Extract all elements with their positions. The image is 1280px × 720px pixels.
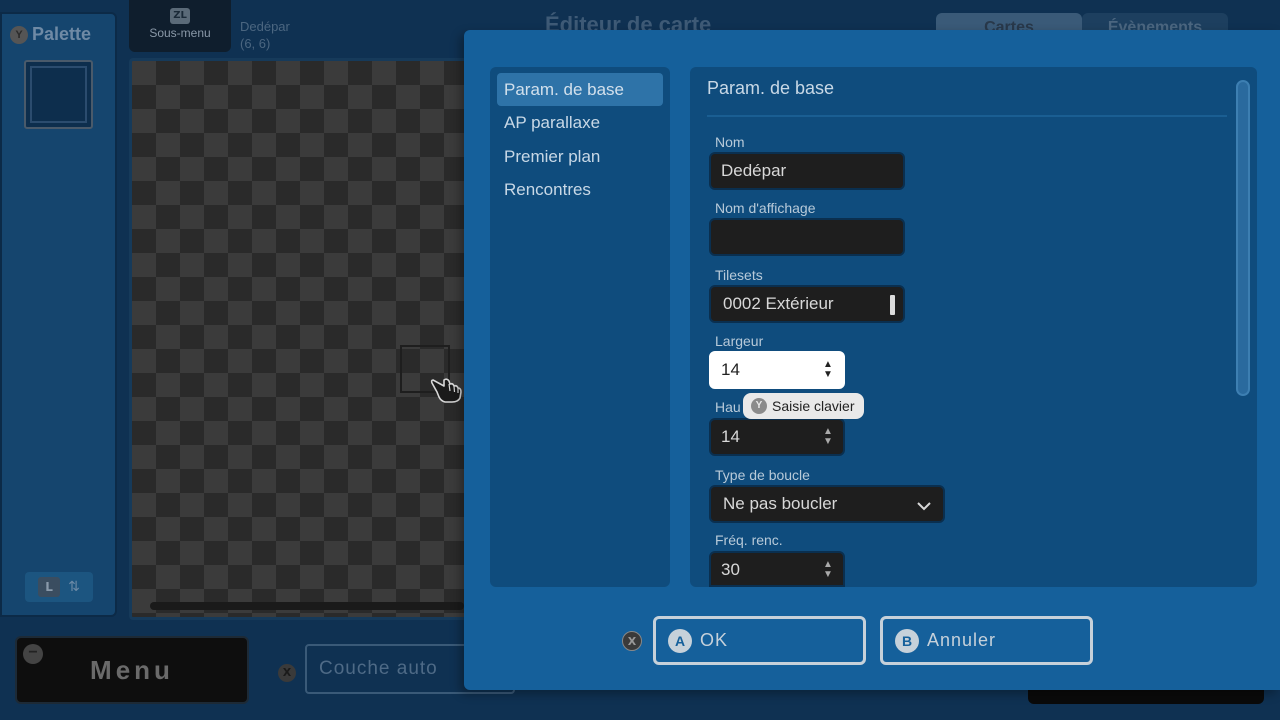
spin-arrows-icon: ▲ ▼ [823,559,833,580]
picker-indicator-icon [890,295,895,315]
section-divider [707,115,1227,117]
layer-toggle-button[interactable]: L ⇅ [25,572,93,602]
map-info: Dedépar (6, 6) [240,18,290,52]
name-field[interactable]: Dedépar [709,152,905,190]
a-button-icon: A [668,628,692,653]
loop-type-value: Ne pas boucler [723,494,838,513]
menu-label: Menu [90,655,174,685]
l-button-icon: L [38,577,61,597]
category-encounters[interactable]: Rencontres [497,173,663,206]
section-title: Param. de base [707,78,835,98]
minus-button-icon: − [23,644,43,664]
ok-button[interactable]: A OK [653,616,866,665]
submenu-button[interactable]: ZL Sous-menu [129,0,231,52]
zl-button-icon: ZL [170,8,190,24]
swap-vertical-icon: ⇅ [68,579,80,595]
width-stepper[interactable]: 14 ▲ ▼ [709,351,845,389]
y-button-icon: Y [10,25,28,44]
x-button-icon: X [622,631,642,651]
form-scrollbar[interactable] [1236,80,1250,396]
loop-type-label: Type de boucle [715,467,810,483]
height-label: Hau [715,399,741,415]
auto-layer-hint: X [278,661,296,682]
palette-tile-swatch[interactable] [24,60,93,129]
tooltip-text: Saisie clavier [772,398,855,414]
map-horizontal-scrollbar[interactable] [150,602,464,610]
spin-arrows-icon: ▲ ▼ [823,359,833,380]
submenu-label: Sous-menu [149,26,211,40]
map-name: Dedépar [240,19,290,34]
category-basic-settings[interactable]: Param. de base [497,73,663,106]
settings-category-list: Param. de base AP parallaxe Premier plan… [490,67,670,587]
width-label: Largeur [715,333,764,349]
x-hint: X [622,630,642,651]
bottom-toolbar-edge [1028,690,1264,704]
palette-header[interactable]: Y Palette [10,24,91,45]
ok-label: OK [700,630,729,650]
map-coordinates: (6, 6) [240,36,271,51]
cancel-button[interactable]: B Annuler [880,616,1093,665]
b-button-icon: B [895,628,919,653]
category-parallax[interactable]: AP parallaxe [497,106,663,139]
category-foreground[interactable]: Premier plan [497,140,663,173]
y-button-icon: Y [751,398,767,414]
cancel-label: Annuler [927,630,997,650]
tilesets-value: 0002 Extérieur [723,294,834,313]
display-name-field[interactable] [709,218,905,256]
palette-label: Palette [32,24,92,44]
width-value: 14 [721,360,740,379]
tilesets-picker[interactable]: 0002 Extérieur [709,285,905,323]
menu-button[interactable]: − Menu [15,636,249,704]
encounter-rate-value: 30 [721,560,740,579]
hand-pointer-icon [430,378,462,403]
map-canvas[interactable] [129,58,469,620]
encounter-rate-label: Fréq. renc. [715,532,783,548]
spin-arrows-icon: ▲ ▼ [823,426,833,447]
chevron-down-icon [917,502,931,511]
name-label: Nom [715,134,745,150]
height-stepper[interactable]: 14 ▲ ▼ [709,418,845,456]
keyboard-input-tooltip: Y Saisie clavier [743,393,865,419]
height-value: 14 [721,427,740,446]
loop-type-select[interactable]: Ne pas boucler [709,485,945,523]
x-button-icon: X [278,664,296,682]
tilesets-label: Tilesets [715,267,763,283]
encounter-rate-stepper[interactable]: 30 ▲ ▼ [709,551,845,587]
display-name-label: Nom d'affichage [715,200,816,216]
